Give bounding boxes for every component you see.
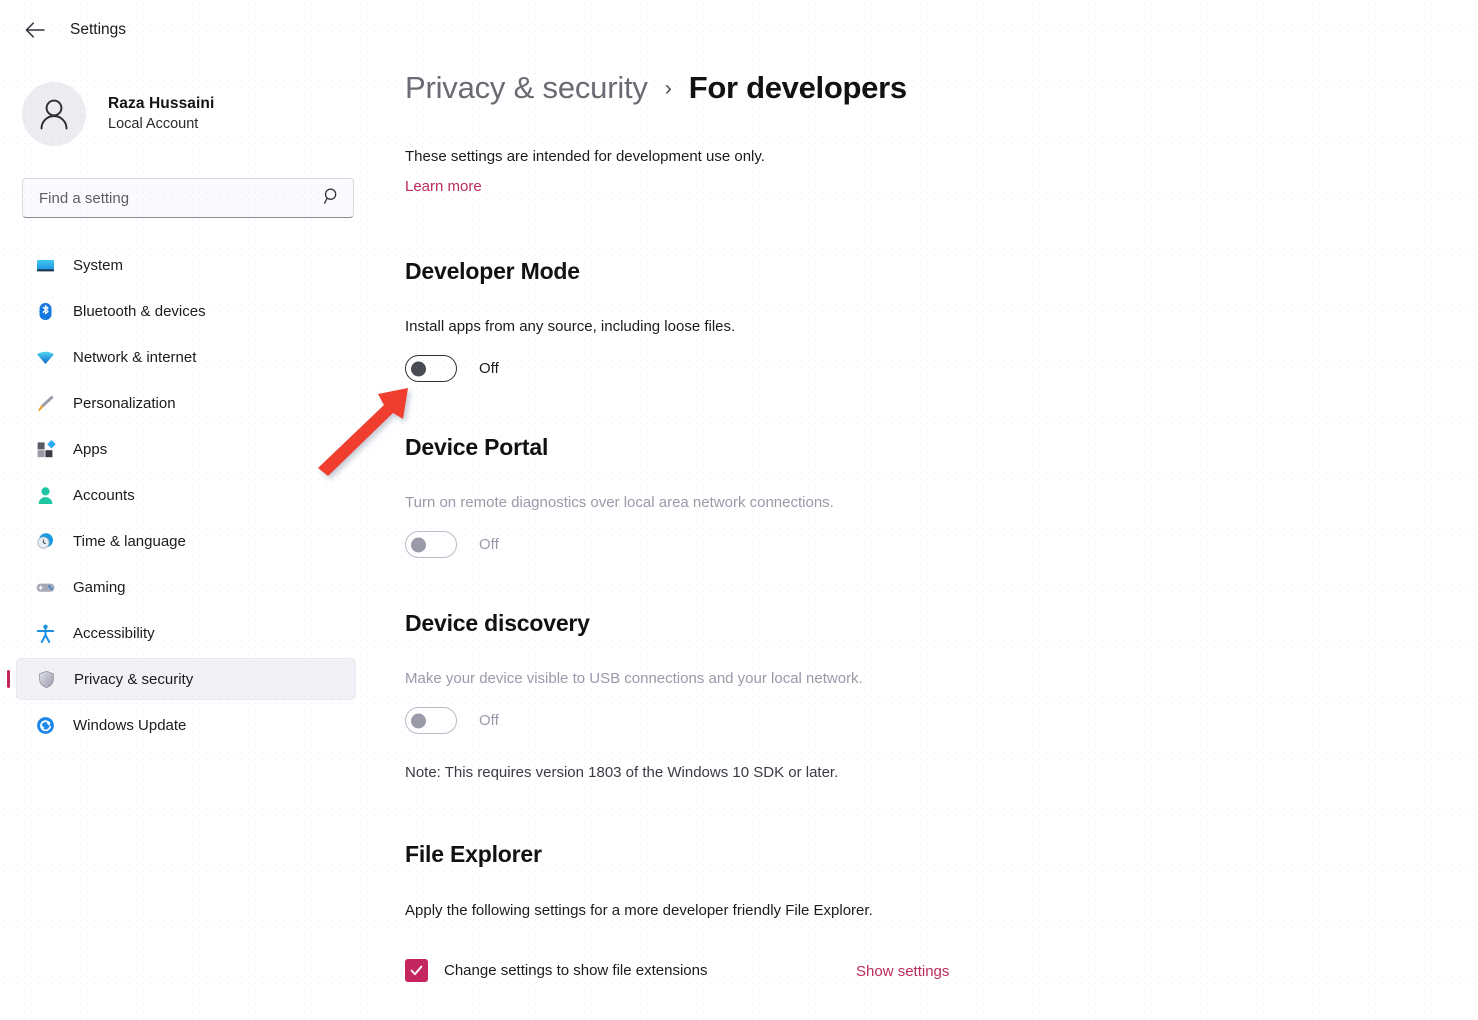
person-avatar-icon <box>34 94 74 134</box>
device-discovery-heading: Device discovery <box>405 610 590 637</box>
breadcrumb: Privacy & security › For developers <box>405 60 1478 106</box>
sidebar-item-label: Privacy & security <box>74 671 193 688</box>
sidebar-item-label: Gaming <box>73 579 126 596</box>
clock-globe-icon <box>34 530 56 552</box>
sidebar-item-bluetooth-devices[interactable]: Bluetooth & devices <box>16 290 356 332</box>
person-icon <box>34 484 56 506</box>
device-portal-toggle[interactable] <box>405 531 457 558</box>
apps-grid-icon <box>34 438 56 460</box>
sidebar-item-label: Accessibility <box>73 625 155 642</box>
sidebar-item-network-internet[interactable]: Network & internet <box>16 336 356 378</box>
selection-accent-bar <box>7 670 10 688</box>
search-box[interactable] <box>22 178 354 218</box>
toggle-knob <box>411 713 426 728</box>
search-input[interactable] <box>39 179 317 217</box>
sidebar-item-label: Windows Update <box>73 717 186 734</box>
developer-mode-heading: Developer Mode <box>405 258 580 285</box>
sidebar-item-label: Apps <box>73 441 107 458</box>
device-portal-toggle-row: Off <box>405 531 499 558</box>
developer-mode-description: Install apps from any source, including … <box>405 318 735 335</box>
sidebar-item-label: System <box>73 257 123 274</box>
checkmark-icon <box>409 963 424 978</box>
shield-icon <box>35 668 57 690</box>
back-button[interactable] <box>18 13 52 47</box>
profile-name: Raza Hussaini <box>108 94 214 114</box>
search-icon[interactable] <box>323 187 341 210</box>
device-discovery-description: Make your device visible to USB connecti… <box>405 670 863 687</box>
file-explorer-heading: File Explorer <box>405 841 542 868</box>
accessibility-icon <box>34 622 56 644</box>
sidebar-item-label: Network & internet <box>73 349 196 366</box>
gamepad-icon <box>34 576 56 598</box>
profile-card[interactable]: Raza Hussaini Local Account <box>0 60 380 156</box>
sidebar: Raza Hussaini Local Account <box>0 60 380 1020</box>
sidebar-item-label: Bluetooth & devices <box>73 303 206 320</box>
paintbrush-icon <box>34 392 56 414</box>
toggle-knob <box>411 537 426 552</box>
device-discovery-toggle[interactable] <box>405 707 457 734</box>
page-title: For developers <box>689 70 907 106</box>
intro-text: These settings are intended for developm… <box>405 148 1478 165</box>
device-portal-heading: Device Portal <box>405 434 548 461</box>
file-extensions-checkbox-row[interactable]: Change settings to show file extensions <box>405 959 708 982</box>
main-content: Privacy & security › For developers Thes… <box>380 60 1478 1020</box>
device-discovery-toggle-state: Off <box>479 712 499 729</box>
developer-mode-toggle-row: Off <box>405 355 499 382</box>
developer-mode-toggle[interactable] <box>405 355 457 382</box>
sidebar-item-apps[interactable]: Apps <box>16 428 356 470</box>
sidebar-item-accessibility[interactable]: Accessibility <box>16 612 356 654</box>
toggle-knob <box>411 361 426 376</box>
breadcrumb-parent-link[interactable]: Privacy & security <box>405 70 648 106</box>
profile-account-type: Local Account <box>108 115 214 134</box>
avatar <box>22 82 86 146</box>
developer-mode-toggle-state: Off <box>479 360 499 377</box>
app-title: Settings <box>70 21 126 39</box>
sidebar-item-privacy-security[interactable]: Privacy & security <box>16 658 356 700</box>
show-settings-link[interactable]: Show settings <box>856 963 949 980</box>
learn-more-link[interactable]: Learn more <box>405 178 482 195</box>
file-extensions-checkbox-label: Change settings to show file extensions <box>444 962 708 979</box>
sidebar-item-system[interactable]: System <box>16 244 356 286</box>
device-discovery-toggle-row: Off <box>405 707 499 734</box>
sidebar-item-personalization[interactable]: Personalization <box>16 382 356 424</box>
bluetooth-icon <box>34 300 56 322</box>
device-portal-description: Turn on remote diagnostics over local ar… <box>405 494 834 511</box>
device-discovery-note: Note: This requires version 1803 of the … <box>405 764 838 781</box>
back-arrow-icon <box>24 22 46 38</box>
sidebar-item-accounts[interactable]: Accounts <box>16 474 356 516</box>
sidebar-item-label: Time & language <box>73 533 186 550</box>
update-refresh-icon <box>34 714 56 736</box>
sidebar-nav: System Bluetooth & devices <box>0 240 380 750</box>
sidebar-item-label: Personalization <box>73 395 176 412</box>
breadcrumb-separator-icon: › <box>665 77 672 101</box>
title-bar: Settings <box>0 0 1478 60</box>
sidebar-item-time-language[interactable]: Time & language <box>16 520 356 562</box>
sidebar-item-windows-update[interactable]: Windows Update <box>16 704 356 746</box>
device-portal-toggle-state: Off <box>479 536 499 553</box>
sidebar-item-gaming[interactable]: Gaming <box>16 566 356 608</box>
wifi-icon <box>34 346 56 368</box>
monitor-icon <box>34 254 56 276</box>
sidebar-item-label: Accounts <box>73 487 135 504</box>
file-extensions-checkbox[interactable] <box>405 959 428 982</box>
file-explorer-description: Apply the following settings for a more … <box>405 902 873 919</box>
